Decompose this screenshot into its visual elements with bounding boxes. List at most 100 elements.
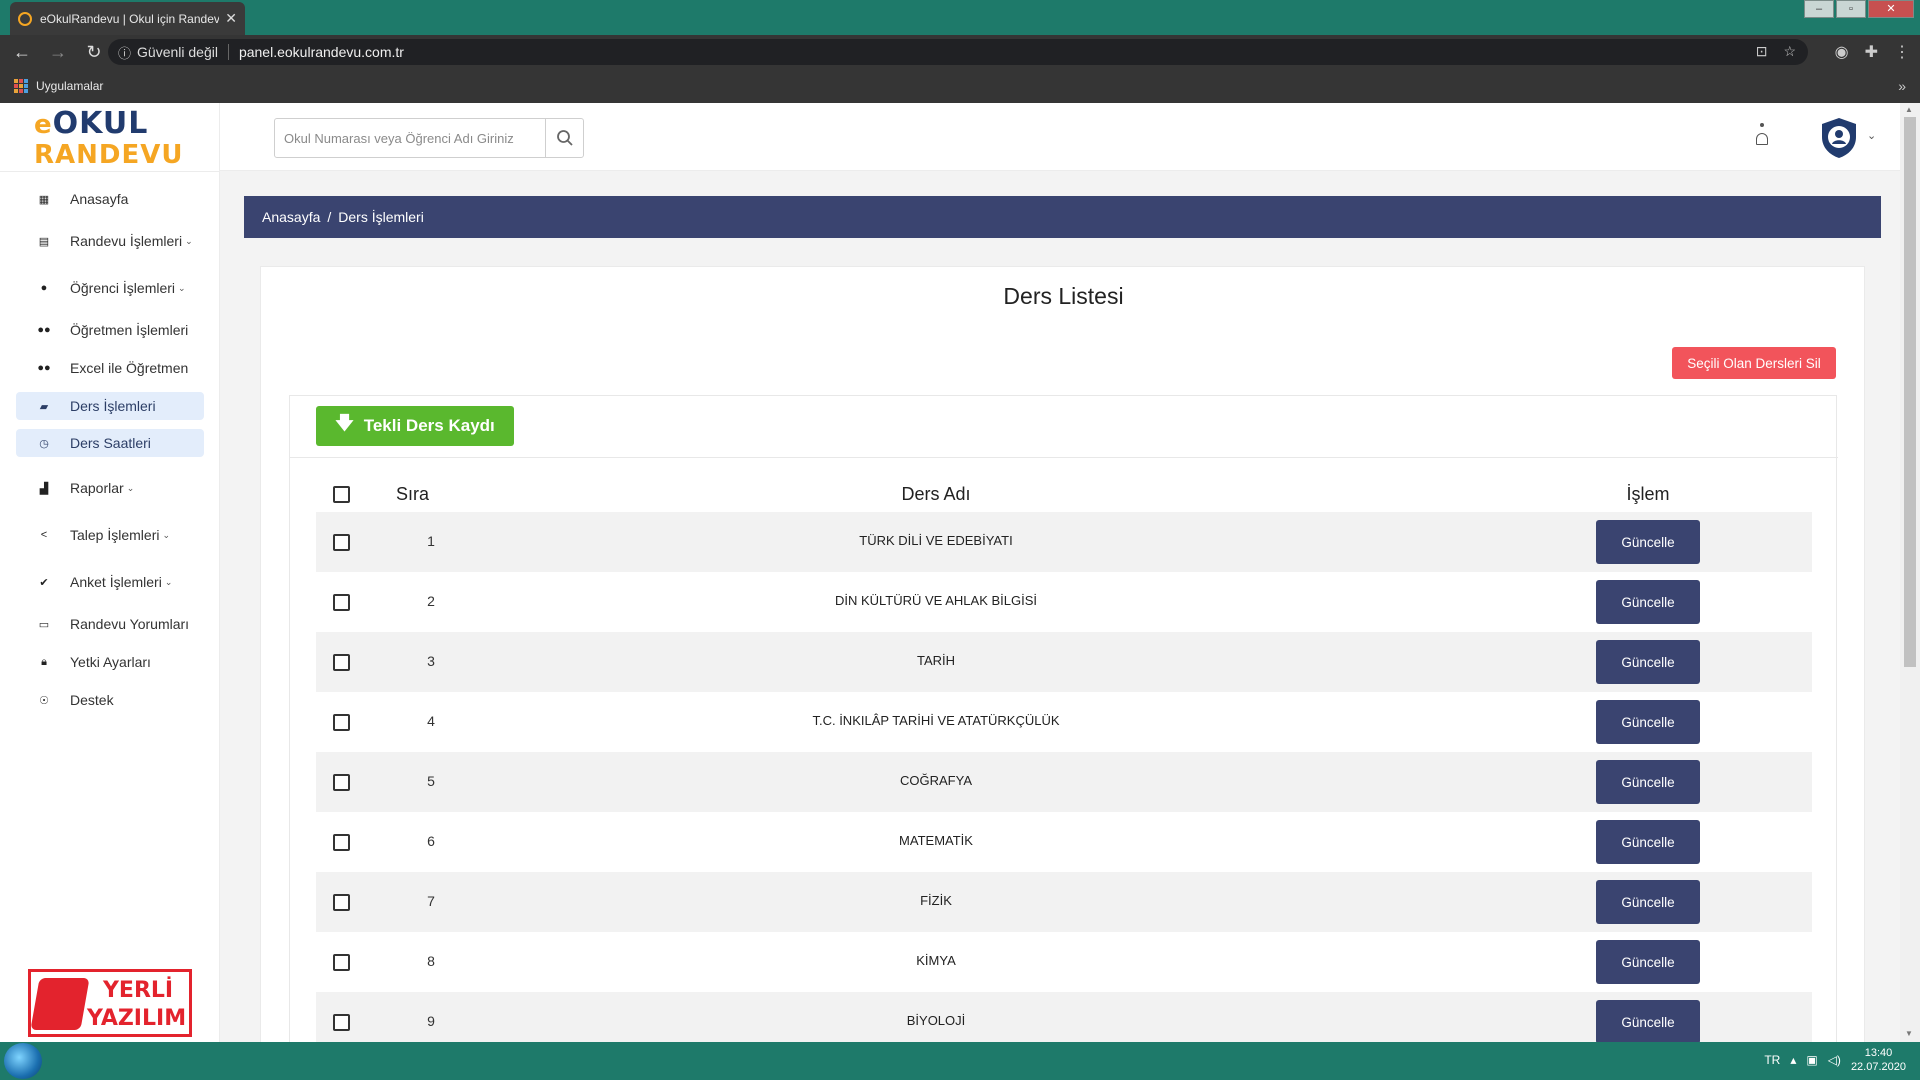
- row-course-name: COĞRAFYA: [900, 773, 972, 788]
- browser-menu-icon[interactable]: ⋮: [1894, 42, 1910, 62]
- window-close-icon[interactable]: ✕: [1868, 0, 1914, 18]
- update-button[interactable]: Güncelle: [1596, 880, 1700, 924]
- row-course-name: FİZİK: [920, 893, 952, 908]
- chevron-down-icon: ⌄: [185, 235, 193, 246]
- update-button[interactable]: Güncelle: [1596, 940, 1700, 984]
- add-course-button[interactable]: 🡇 Tekli Ders Kaydı: [316, 406, 514, 446]
- sidebar-item-ders-saatleri[interactable]: ◷ Ders Saatleri: [16, 429, 204, 457]
- user-avatar-shield-icon[interactable]: [1820, 117, 1858, 159]
- row-checkbox[interactable]: [333, 654, 350, 671]
- row-checkbox[interactable]: [333, 774, 350, 791]
- row-checkbox[interactable]: [333, 714, 350, 731]
- browser-tab[interactable]: eOkulRandevu | Okul için Randevu ✕: [10, 2, 245, 35]
- select-all-checkbox[interactable]: [333, 486, 350, 503]
- update-button[interactable]: Güncelle: [1596, 700, 1700, 744]
- row-course-name: DİN KÜLTÜRÜ VE AHLAK BİLGİSİ: [834, 593, 1038, 608]
- minimize-icon[interactable]: –: [1804, 0, 1834, 18]
- table-row: 5 COĞRAFYA Güncelle: [316, 752, 1812, 812]
- row-checkbox[interactable]: [333, 834, 350, 851]
- update-button[interactable]: Güncelle: [1596, 520, 1700, 564]
- address-bar[interactable]: ⓘ Güvenli değil panel.eokulrandevu.com.t…: [108, 39, 1808, 65]
- scroll-thumb[interactable]: [1904, 117, 1916, 667]
- clock-time: 13:40: [1864, 1047, 1893, 1059]
- sidebar-item-ogrenci-islemleri[interactable]: ● Öğrenci İşlemleri ⌄: [16, 274, 204, 302]
- page: eOKUL RANDEVU ▦ Anasayfa ▤ Randevu İşlem…: [0, 103, 1920, 1067]
- row-checkbox[interactable]: [333, 594, 350, 611]
- url-text[interactable]: panel.eokulrandevu.com.tr: [239, 44, 404, 60]
- language-indicator[interactable]: TR: [1764, 1053, 1780, 1067]
- row-course-name: KİMYA: [916, 953, 956, 968]
- sidebar: eOKUL RANDEVU ▦ Anasayfa ▤ Randevu İşlem…: [0, 103, 220, 1042]
- forward-icon[interactable]: →: [44, 42, 72, 63]
- bookmark-apps[interactable]: Uygulamalar: [36, 79, 103, 93]
- os-taskbar: TR ▴ ▣ ◁) 13:40 22.07.2020: [0, 1042, 1920, 1080]
- update-button[interactable]: Güncelle: [1596, 580, 1700, 624]
- bookmarks-overflow-icon[interactable]: »: [1898, 78, 1906, 94]
- breadcrumb-current: Ders İşlemleri: [338, 209, 424, 225]
- tray-expand-icon[interactable]: ▴: [1790, 1053, 1796, 1067]
- bookmarks-bar: Uygulamalar »: [0, 69, 1920, 103]
- header-course-name: Ders Adı: [901, 484, 971, 504]
- translate-icon[interactable]: ⊡: [1756, 43, 1768, 60]
- extensions-icon[interactable]: ✚: [1865, 42, 1878, 62]
- start-button-icon[interactable]: [4, 1043, 42, 1079]
- scroll-down-icon[interactable]: ▼: [1905, 1029, 1913, 1038]
- page-scrollbar[interactable]: ▲ ▼: [1900, 103, 1920, 1042]
- breadcrumb-home[interactable]: Anasayfa: [262, 209, 320, 225]
- back-icon[interactable]: ←: [8, 42, 36, 63]
- update-button[interactable]: Güncelle: [1596, 640, 1700, 684]
- delete-selected-button[interactable]: Seçili Olan Dersleri Sil: [1672, 347, 1836, 379]
- row-checkbox[interactable]: [333, 534, 350, 551]
- sidebar-item-anket-islemleri[interactable]: ✔ Anket İşlemleri ⌄: [16, 568, 204, 596]
- user-icon: ●: [40, 282, 48, 294]
- row-checkbox[interactable]: [333, 1014, 350, 1031]
- table-panel: 🡇 Tekli Ders Kaydı Sıra Ders Adı İşlem 1…: [289, 395, 1838, 1067]
- sidebar-item-anasayfa[interactable]: ▦ Anasayfa: [16, 185, 204, 213]
- sidebar-item-talep-islemleri[interactable]: < Talep İşlemleri ⌄: [16, 521, 204, 549]
- camera-icon[interactable]: ◉: [1835, 42, 1849, 62]
- sidebar-item-label: Öğretmen İşlemleri: [70, 322, 189, 338]
- search-input[interactable]: [275, 119, 545, 157]
- sidebar-item-excel-ogretmen[interactable]: ●● Excel ile Öğretmen: [16, 354, 204, 382]
- search-button[interactable]: [545, 119, 583, 157]
- scroll-up-icon[interactable]: ▲: [1905, 105, 1913, 114]
- info-icon[interactable]: ⓘ: [118, 43, 131, 62]
- system-clock[interactable]: 13:40 22.07.2020: [1851, 1046, 1906, 1074]
- network-icon[interactable]: ▣: [1806, 1053, 1817, 1067]
- book-icon: ▰: [39, 400, 49, 413]
- update-button[interactable]: Güncelle: [1596, 1000, 1700, 1044]
- user-menu-chevron-icon[interactable]: ⌄: [1867, 129, 1876, 142]
- row-course-name: BİYOLOJİ: [906, 1013, 966, 1028]
- sidebar-item-raporlar[interactable]: ▟ Raporlar ⌄: [16, 474, 204, 502]
- bookmark-star-icon[interactable]: ☆: [1783, 43, 1796, 60]
- sidebar-item-ders-islemleri[interactable]: ▰ Ders İşlemleri: [16, 392, 204, 420]
- browser-extensions: ◉ ✚ ⋮: [1835, 42, 1910, 62]
- reload-icon[interactable]: ↻: [80, 42, 108, 63]
- sidebar-item-ogretmen-islemleri[interactable]: ●● Öğretmen İşlemleri: [16, 316, 204, 344]
- notification-bell-icon[interactable]: [1755, 123, 1769, 153]
- maximize-icon[interactable]: ▫: [1836, 0, 1866, 18]
- table-row: 6 MATEMATİK Güncelle: [316, 812, 1812, 872]
- sidebar-item-label: Yetki Ayarları: [70, 654, 151, 670]
- sidebar-item-destek[interactable]: ☉ Destek: [16, 686, 204, 714]
- support-icon: ☉: [39, 694, 49, 707]
- row-checkbox[interactable]: [333, 894, 350, 911]
- update-button[interactable]: Güncelle: [1596, 760, 1700, 804]
- security-label: Güvenli değil: [137, 44, 218, 60]
- sidebar-item-label: Destek: [70, 692, 114, 708]
- sidebar-item-randevu-yorumlari[interactable]: ▭ Randevu Yorumları: [16, 610, 204, 638]
- update-button[interactable]: Güncelle: [1596, 820, 1700, 864]
- favicon-icon: [18, 11, 32, 26]
- apps-grid-icon[interactable]: [14, 79, 28, 93]
- chevron-down-icon: ⌄: [126, 482, 135, 493]
- app-logo[interactable]: eOKUL RANDEVU: [34, 109, 184, 171]
- tab-close-icon[interactable]: ✕: [225, 10, 237, 27]
- table-row: 8 KİMYA Güncelle: [316, 932, 1812, 992]
- browser-titlebar: eOkulRandevu | Okul için Randevu ✕ – ▫ ✕: [0, 0, 1920, 35]
- sidebar-item-randevu-islemleri[interactable]: ▤ Randevu İşlemleri ⌄: [16, 227, 204, 255]
- table-body: 1 TÜRK DİLİ VE EDEBİYATI Güncelle 2 DİN …: [316, 512, 1812, 1052]
- sidebar-item-yetki-ayarlari[interactable]: 🔒︎ Yetki Ayarları: [16, 648, 204, 676]
- chevron-down-icon: ⌄: [164, 576, 173, 587]
- row-checkbox[interactable]: [333, 954, 350, 971]
- volume-icon[interactable]: ◁): [1828, 1053, 1841, 1067]
